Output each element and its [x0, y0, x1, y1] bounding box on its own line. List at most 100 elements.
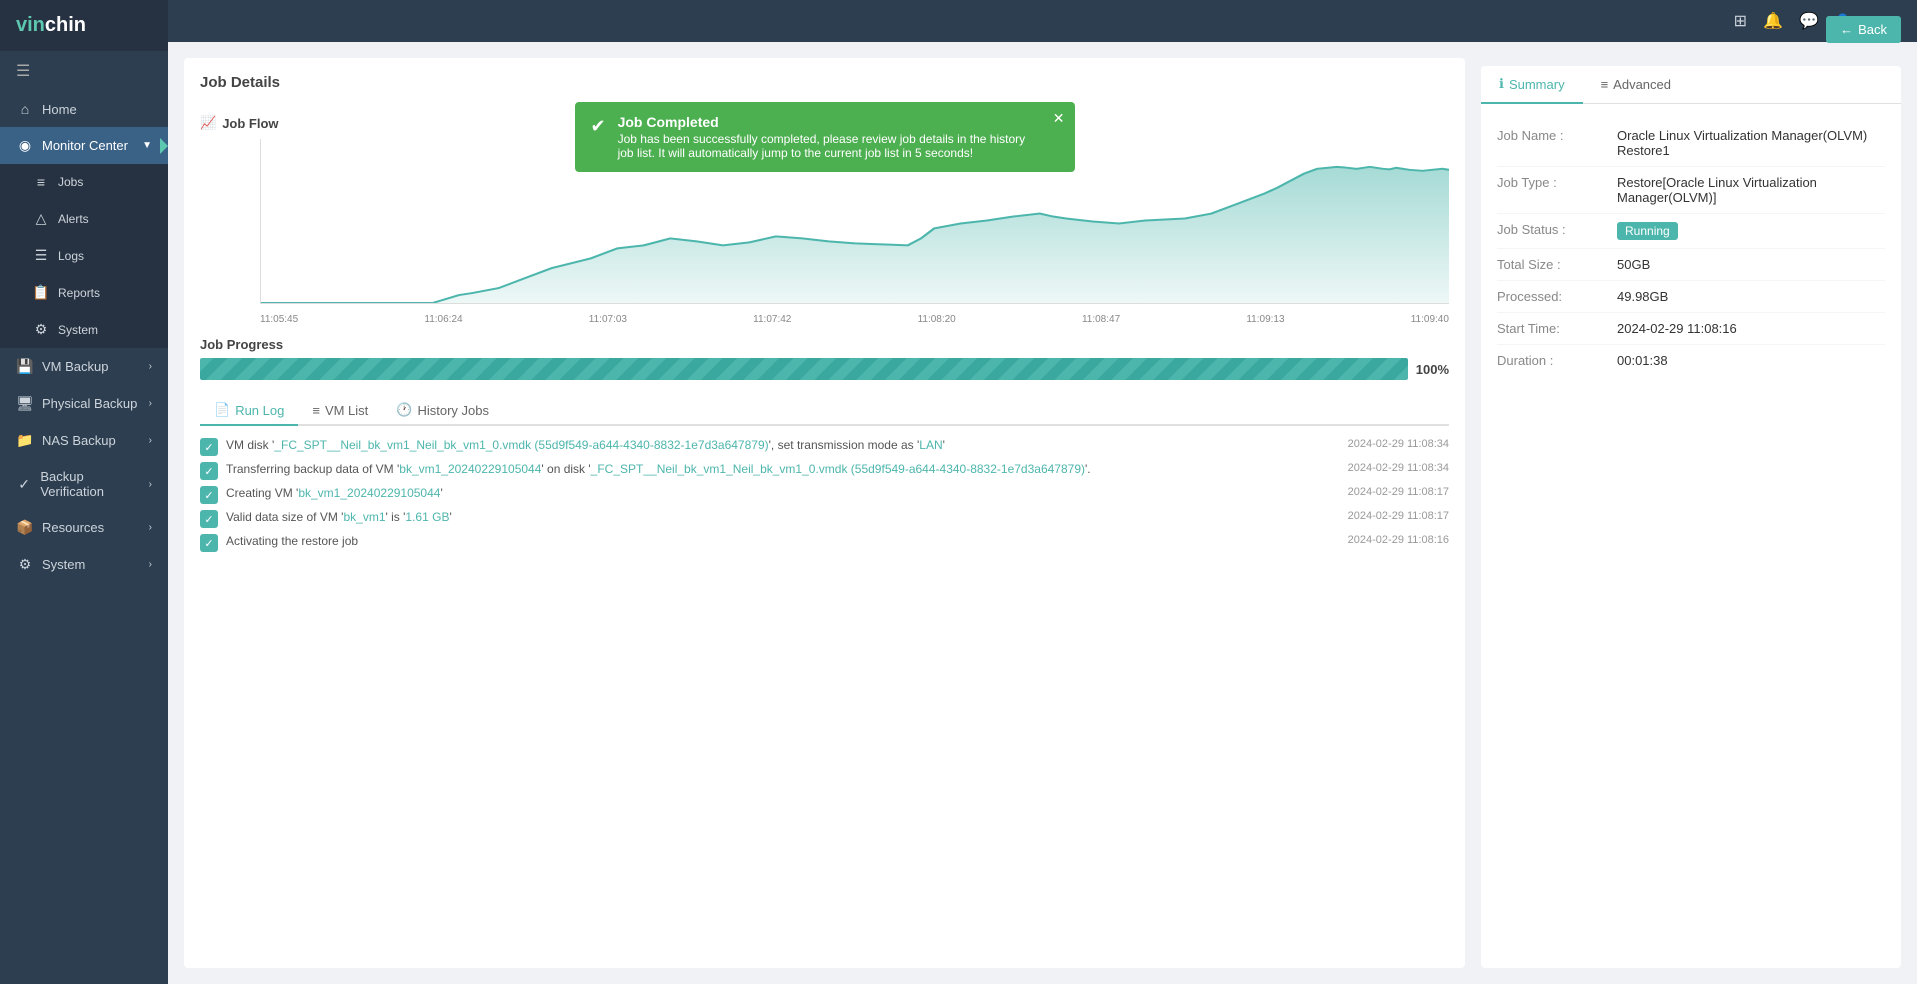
job-details-panel: Job Details ✔ Job Completed Job has been… [184, 58, 1465, 968]
sidebar-item-logs[interactable]: ☰ Logs [0, 237, 168, 274]
main-area: ⊞ 🔔 💬 👤 admin ▾ Job Details ✔ Job Comple… [168, 0, 1917, 984]
sidebar-label-vm-backup: VM Backup [42, 359, 108, 374]
nas-backup-chevron: › [149, 435, 152, 446]
vm-list-icon: ≡ [312, 403, 320, 418]
summary-row-start-time: Start Time: 2024-02-29 11:08:16 [1497, 313, 1885, 345]
home-icon: ⌂ [16, 101, 34, 117]
page-title: Job Details [200, 74, 280, 91]
highlight-text-2: _FC_SPT__Neil_bk_vm1_Neil_bk_vm1_0.vmdk … [591, 462, 1085, 476]
sidebar-item-system[interactable]: ⚙ System › [0, 546, 168, 583]
summary-row-total-size: Total Size : 50GB [1497, 249, 1885, 281]
vm-backup-chevron: › [149, 361, 152, 372]
progress-percent: 100% [1416, 362, 1449, 377]
sidebar: vinchin ☰ ⌂ Home ◉ Monitor Center ▼ ≡ Jo… [0, 0, 168, 984]
summary-row-job-name: Job Name : Oracle Linux Virtualization M… [1497, 120, 1885, 167]
chevron-down-icon: ▼ [142, 140, 152, 151]
duration-value: 00:01:38 [1617, 353, 1885, 368]
total-size-value: 50GB [1617, 257, 1885, 272]
sidebar-item-nas-backup[interactable]: 📁 NAS Backup › [0, 422, 168, 459]
sidebar-label-nas-backup: NAS Backup [42, 433, 116, 448]
log-check-icon: ✓ [200, 510, 218, 528]
content-area: Job Details ✔ Job Completed Job has been… [168, 42, 1917, 984]
highlight-text: _FC_SPT__Neil_bk_vm1_Neil_bk_vm1_0.vmdk … [274, 438, 768, 452]
sidebar-item-reports[interactable]: 📋 Reports [0, 274, 168, 311]
log-check-icon: ✓ [200, 438, 218, 456]
right-panel: ← Back ℹ Summary ≡ Advanced [1481, 58, 1901, 968]
highlight-text-2: 1.61 GB [405, 510, 449, 524]
logo-vin: vin [16, 14, 45, 36]
progress-bar-container: 100% [200, 358, 1449, 380]
sidebar-item-vm-backup[interactable]: 💾 VM Backup › [0, 348, 168, 385]
notification-close-button[interactable]: ✕ [1053, 110, 1065, 127]
tab-run-log-label: Run Log [235, 403, 284, 418]
grid-icon[interactable]: ⊞ [1734, 11, 1747, 31]
tab-advanced[interactable]: ≡ Advanced [1583, 66, 1689, 104]
summary-content: Job Name : Oracle Linux Virtualization M… [1481, 104, 1901, 392]
logo-chin: chin [45, 14, 86, 36]
log-check-icon: ✓ [200, 462, 218, 480]
progress-label: Job Progress [200, 337, 1449, 352]
log-date: 2024-02-29 11:08:17 [1348, 486, 1449, 498]
tabs-header: 📄 Run Log ≡ VM List 🕐 History Jobs [200, 396, 1449, 426]
sidebar-item-monitor-center[interactable]: ◉ Monitor Center ▼ [0, 127, 168, 164]
resources-icon: 📦 [16, 519, 34, 536]
advanced-icon: ≡ [1601, 77, 1609, 92]
summary-row-job-type: Job Type : Restore[Oracle Linux Virtuali… [1497, 167, 1885, 214]
sidebar-item-jobs[interactable]: ≡ Jobs [0, 164, 168, 200]
processed-value: 49.98GB [1617, 289, 1885, 304]
sidebar-item-backup-verification[interactable]: ✓ Backup Verification › [0, 459, 168, 509]
physical-backup-chevron: › [149, 398, 152, 409]
backup-verification-icon: ✓ [16, 476, 32, 493]
chat-icon[interactable]: 💬 [1799, 11, 1819, 31]
tab-vm-list-label: VM List [325, 403, 368, 418]
tab-vm-list[interactable]: ≡ VM List [298, 396, 382, 426]
sidebar-item-home[interactable]: ⌂ Home [0, 91, 168, 127]
nas-backup-icon: 📁 [16, 432, 34, 449]
vm-backup-icon: 💾 [16, 358, 34, 375]
menu-toggle[interactable]: ☰ [0, 51, 168, 91]
sidebar-item-system-mc[interactable]: ⚙ System [0, 311, 168, 348]
chart-icon: 📈 [200, 115, 216, 131]
back-button[interactable]: ← Back [1826, 42, 1901, 43]
log-date: 2024-02-29 11:08:34 [1348, 438, 1449, 450]
topbar: ⊞ 🔔 💬 👤 admin ▾ [168, 0, 1917, 42]
duration-key: Duration : [1497, 353, 1617, 368]
sidebar-label-monitor: Monitor Center [42, 138, 128, 153]
tab-run-log[interactable]: 📄 Run Log [200, 396, 298, 426]
tab-summary[interactable]: ℹ Summary [1481, 66, 1583, 104]
tab-history-jobs[interactable]: 🕐 History Jobs [382, 396, 503, 426]
monitor-center-submenu: ≡ Jobs △ Alerts ☰ Logs 📋 Reports ⚙ Syste… [0, 164, 168, 348]
progress-bar-bg [200, 358, 1408, 380]
summary-tabs: ℹ Summary ≡ Advanced [1481, 66, 1901, 104]
sidebar-item-alerts[interactable]: △ Alerts [0, 200, 168, 237]
sidebar-label-home: Home [42, 102, 77, 117]
sidebar-item-physical-backup[interactable]: 🖥 Physical Backup › [0, 385, 168, 422]
highlight-text: bk_vm1_20240229105044 [399, 462, 541, 476]
x-label-1: 11:06:24 [424, 314, 462, 325]
log-date: 2024-02-29 11:08:16 [1348, 534, 1449, 546]
sidebar-label-system-mc: System [58, 323, 98, 337]
total-size-key: Total Size : [1497, 257, 1617, 272]
log-text: Transferring backup data of VM 'bk_vm1_2… [226, 462, 1340, 476]
sidebar-label-reports: Reports [58, 286, 100, 300]
sidebar-label-system: System [42, 557, 85, 572]
sidebar-item-resources[interactable]: 📦 Resources › [0, 509, 168, 546]
summary-row-duration: Duration : 00:01:38 [1497, 345, 1885, 376]
info-icon: ℹ [1499, 76, 1504, 92]
bell-icon[interactable]: 🔔 [1763, 11, 1783, 31]
backup-verification-chevron: › [149, 479, 152, 490]
notification-banner: ✔ Job Completed Job has been successfull… [575, 102, 1075, 172]
log-date: 2024-02-29 11:08:34 [1348, 462, 1449, 474]
sidebar-label-physical-backup: Physical Backup [42, 396, 137, 411]
logo: vinchin [0, 0, 168, 51]
jobs-icon: ≡ [32, 174, 50, 190]
job-status-key: Job Status : [1497, 222, 1617, 240]
system-mc-icon: ⚙ [32, 321, 50, 338]
x-label-0: 11:05:45 [260, 314, 298, 325]
logs-icon: ☰ [32, 247, 50, 264]
notification-message: Job has been successfully completed, ple… [618, 132, 1035, 160]
job-flow-label: Job Flow [222, 116, 278, 131]
sidebar-label-backup-verification: Backup Verification [40, 469, 140, 499]
log-date: 2024-02-29 11:08:17 [1348, 510, 1449, 522]
advanced-tab-label: Advanced [1613, 77, 1671, 92]
